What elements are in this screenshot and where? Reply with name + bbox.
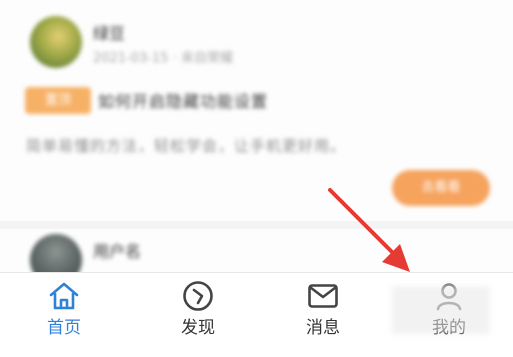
tab-label: 发现 <box>181 318 215 338</box>
compass-icon <box>183 281 213 311</box>
tab-discover[interactable]: 发现 <box>134 273 262 357</box>
tab-label: 消息 <box>306 318 340 338</box>
envelope-icon <box>308 284 338 308</box>
tab-label: 首页 <box>47 318 81 338</box>
blur-overlay <box>392 286 490 334</box>
tab-messages[interactable]: 消息 <box>259 273 387 357</box>
tab-home[interactable]: 首页 <box>0 273 128 357</box>
home-icon <box>49 282 79 310</box>
